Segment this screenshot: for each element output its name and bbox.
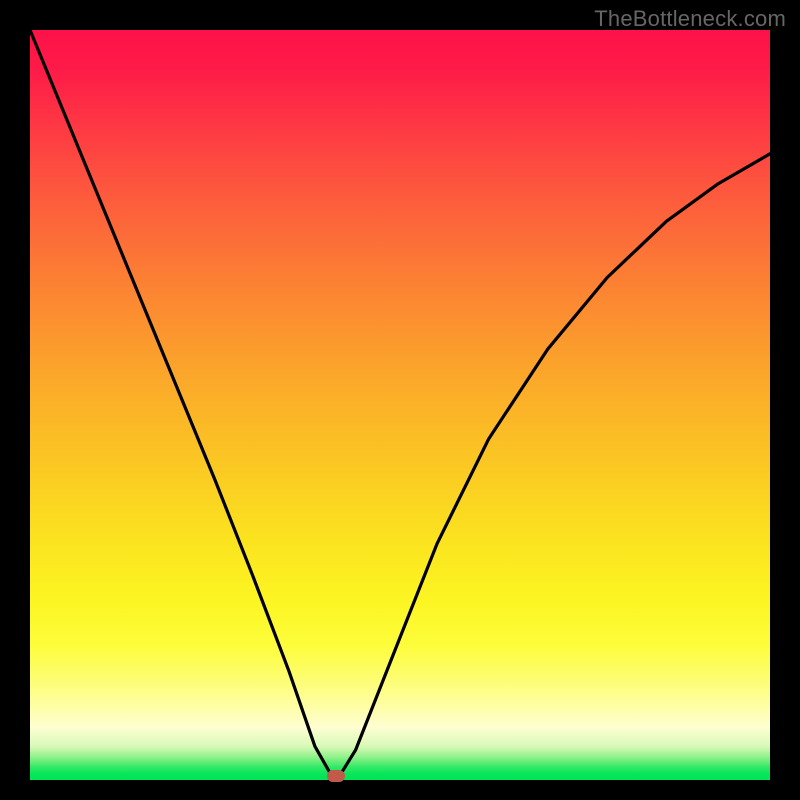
chart-frame: TheBottleneck.com [0, 0, 800, 800]
optimum-marker [327, 770, 345, 782]
plot-area [30, 30, 770, 780]
bottleneck-curve [30, 30, 770, 776]
curve-svg [30, 30, 770, 780]
watermark-text: TheBottleneck.com [594, 6, 786, 32]
